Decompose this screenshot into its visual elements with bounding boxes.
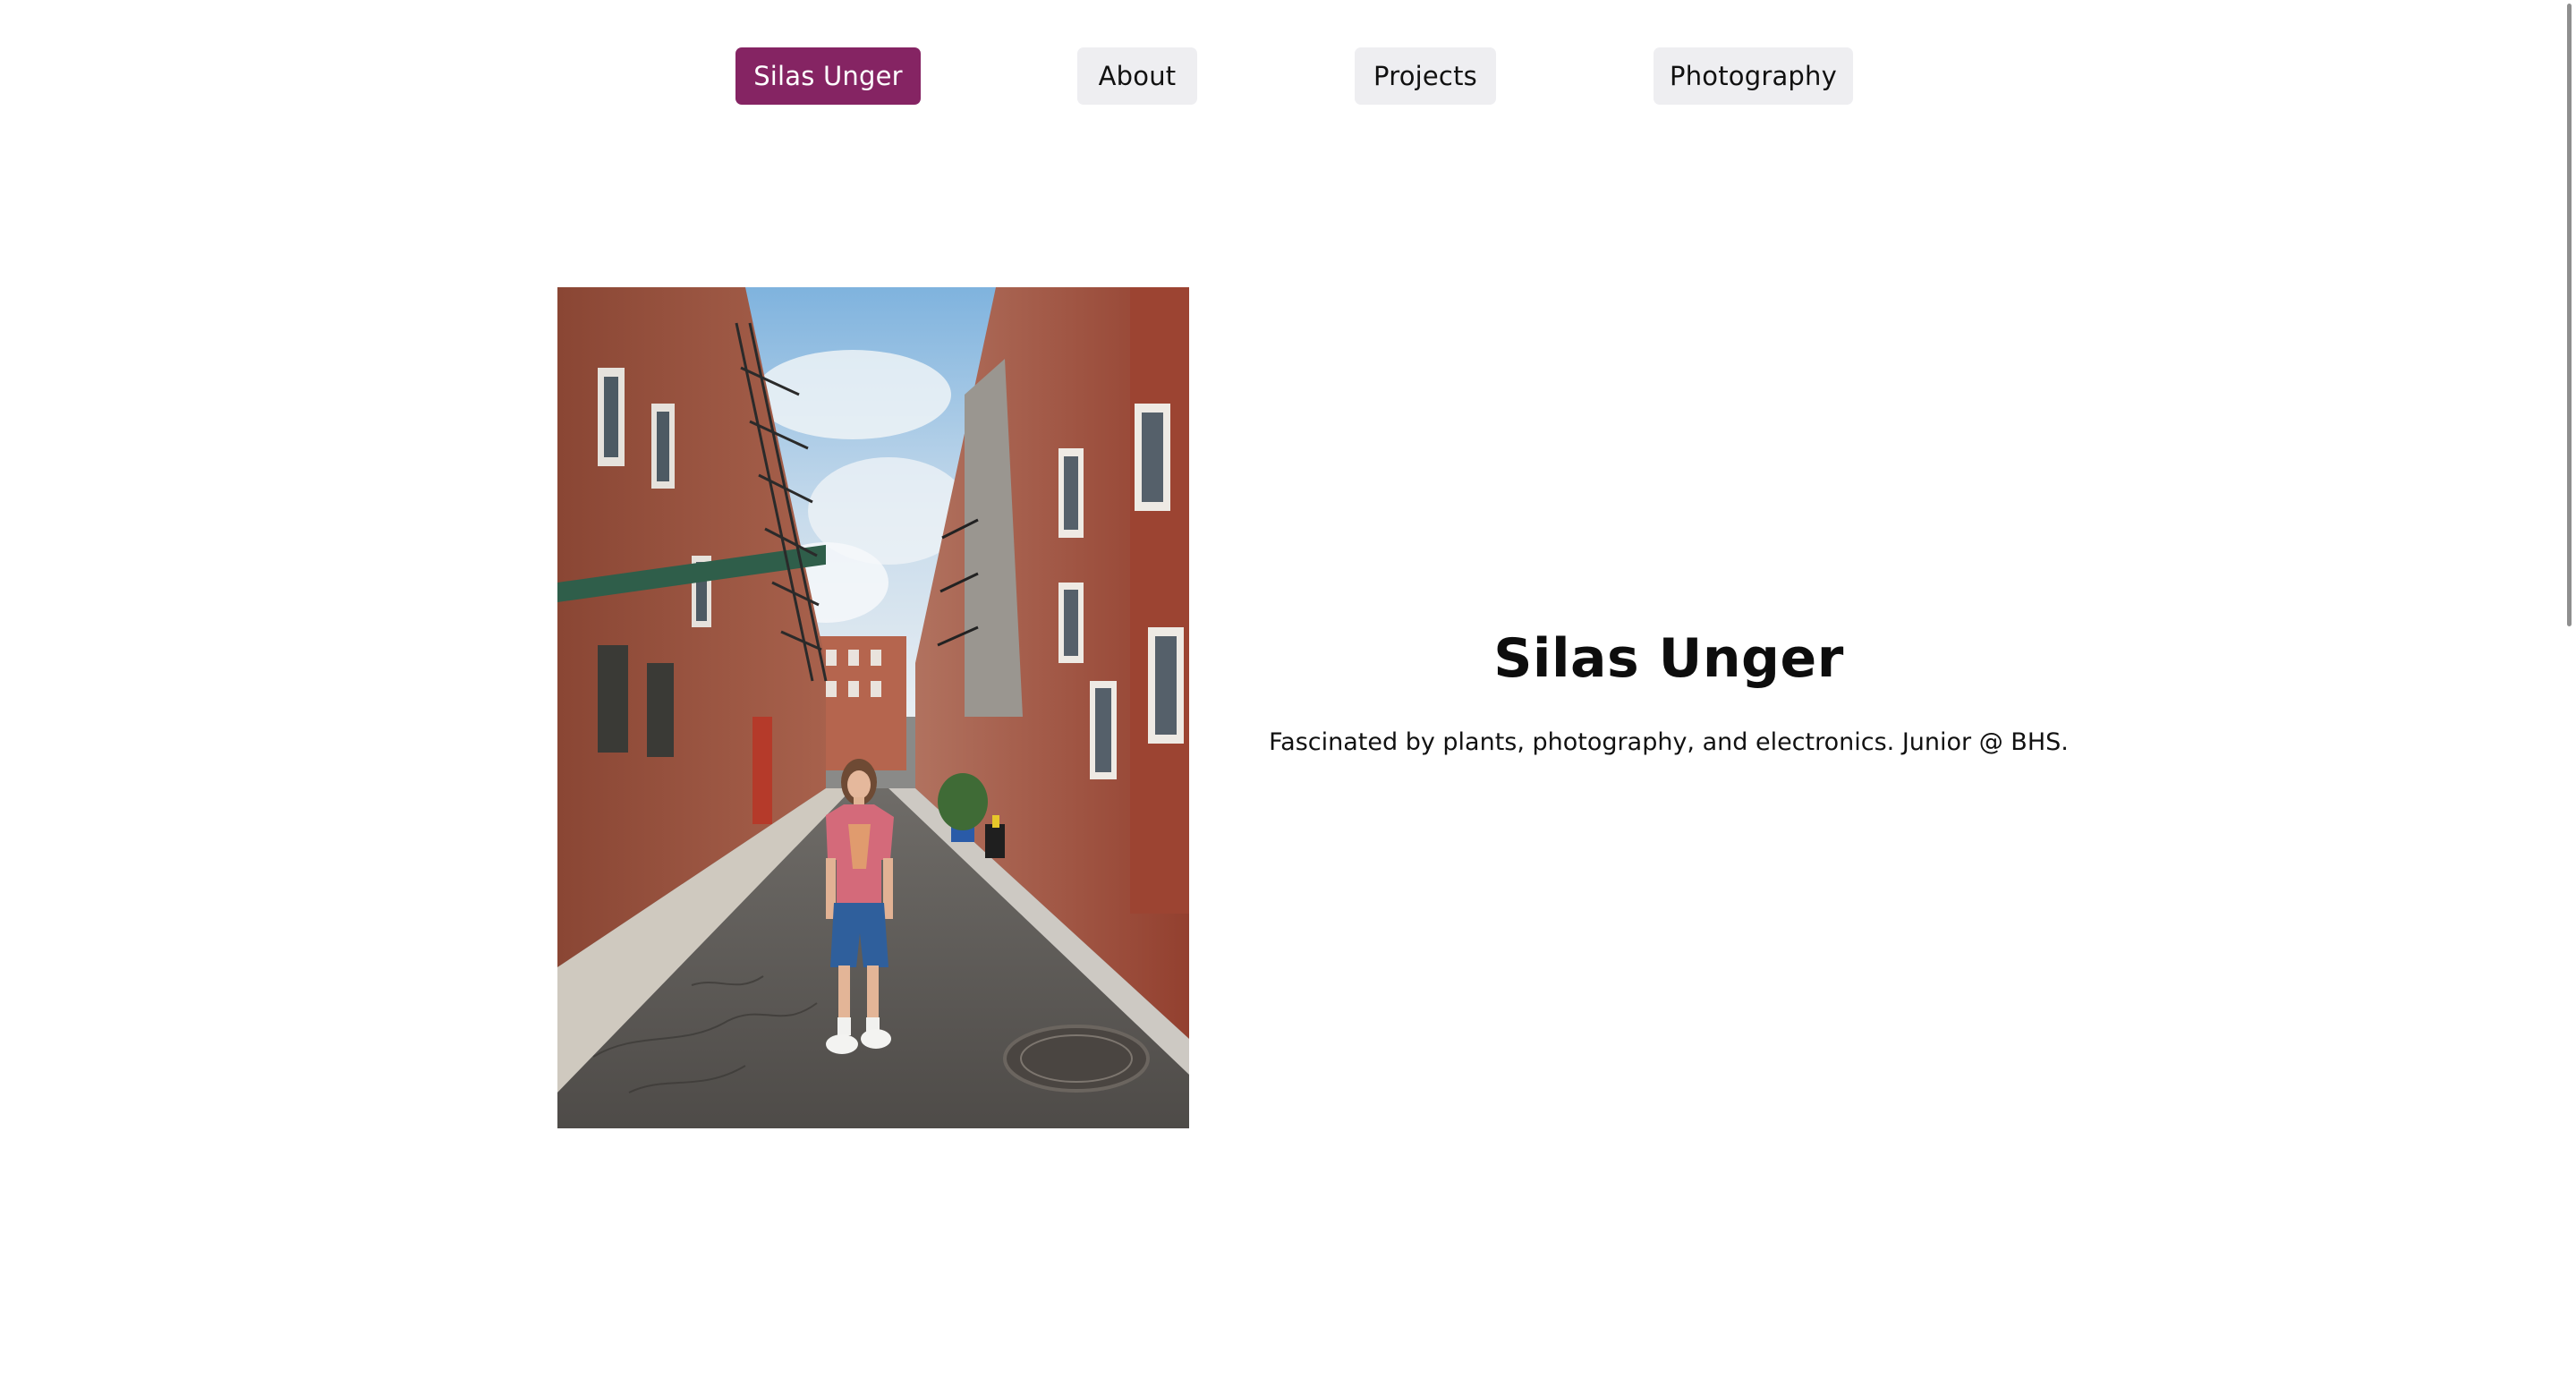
hero-name: Silas Unger [1493,627,1844,690]
hero-tagline: Fascinated by plants, photography, and e… [1269,728,2069,756]
nav-item-projects[interactable]: Projects [1355,47,1496,105]
nav-item-photography[interactable]: Photography [1654,47,1853,105]
nav-item-home[interactable]: Silas Unger [735,47,921,105]
profile-photo [557,287,1189,1128]
page-scrollbar[interactable] [2563,0,2576,1395]
scrollbar-thumb[interactable] [2567,4,2572,626]
page: Silas Unger About Projects Photography S… [0,0,2576,1395]
top-navigation: Silas Unger About Projects Photography [0,47,2576,105]
nav-item-about[interactable]: About [1077,47,1197,105]
hero-section: Silas Unger Fascinated by plants, photog… [1253,626,2085,758]
